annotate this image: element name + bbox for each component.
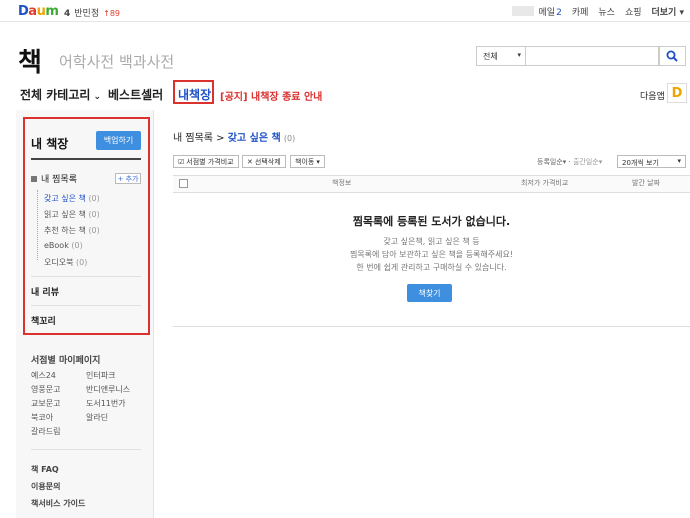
chevron-down-icon: ▾ [316, 157, 320, 166]
chevron-down-icon: ▾ [676, 8, 684, 18]
page-title[interactable]: 책 [18, 42, 42, 79]
notice-link[interactable]: [공지] 내책장 종료 안내 [220, 88, 322, 103]
rank-keyword: 반민정 [74, 9, 100, 19]
divider [173, 326, 690, 327]
store-link[interactable]: 반디앤루니스 [86, 384, 130, 395]
empty-message: 찜목록에 담아 보관하고 싶은 책을 등록해주세요! [349, 250, 514, 259]
close-icon: ✕ [247, 157, 253, 166]
column-publish-date: 발간 날짜 [632, 179, 660, 187]
delete-selected-button[interactable]: ✕ 선택삭제 [242, 155, 286, 168]
gnb-my-books[interactable]: 내책장 [178, 86, 211, 103]
top-link-cafe[interactable]: 카페 [572, 5, 589, 18]
table-header [173, 175, 690, 193]
search-icon [666, 50, 678, 62]
stores-title: 서점별 마이페이지 [31, 356, 101, 366]
store-link[interactable]: 예스24 [31, 370, 56, 381]
mail-count: 2 [556, 8, 562, 18]
tree-guide [37, 190, 38, 260]
guide-link[interactable]: 책서비스 가이드 [31, 498, 85, 509]
top-link-news[interactable]: 뉴스 [598, 5, 615, 18]
search-category-select[interactable]: 전체 ▾ [476, 46, 526, 66]
divider [31, 158, 141, 160]
sort-options: 등록일순▾ · 출간일순▾ [537, 158, 603, 166]
divider [31, 305, 141, 306]
view-count-select[interactable]: 20개씩 보기 ▾ [617, 155, 686, 168]
empty-title: 찜목록에 등록된 도서가 없습니다. [352, 215, 511, 228]
store-link[interactable]: 갈라드림 [31, 426, 60, 437]
sidebar-bookori[interactable]: 책꼬리 [31, 314, 56, 327]
empty-message: 한 번에 쉽게 관리하고 구매하실 수 있습니다. [356, 263, 507, 272]
store-link[interactable]: 인터파크 [86, 370, 115, 381]
chevron-down-icon: ▾ [517, 51, 521, 59]
realtime-rank[interactable]: 4 반민정 ↑89 [64, 6, 120, 19]
sidebar-item-recommend[interactable]: 추천 하는 책 (0) [44, 225, 100, 236]
check-icon: ☑ [178, 157, 185, 166]
store-link[interactable]: 영풍문고 [31, 384, 60, 395]
store-link[interactable]: 알라딘 [86, 412, 108, 423]
collapse-icon [31, 176, 37, 182]
daum-logo[interactable]: Daum [18, 4, 59, 19]
chevron-down-icon: ▾ [562, 158, 567, 166]
gnb-all-categories[interactable]: 전체 카테고리 ⌄ [20, 86, 101, 103]
sidebar-item-ebook[interactable]: eBook (0) [44, 241, 83, 250]
sidebar-item-audiobook[interactable]: 오디오북 (0) [44, 257, 87, 268]
faq-link[interactable]: 책 FAQ [31, 464, 59, 475]
store-link[interactable]: 도서11번가 [86, 398, 126, 409]
top-link-more[interactable]: 더보기 ▾ [652, 5, 685, 18]
rank-change: ↑89 [103, 9, 120, 18]
divider [31, 449, 141, 450]
empty-message: 갖고 싶은책, 읽고 싶은 책 등 [383, 237, 480, 246]
chevron-down-icon: ▾ [598, 158, 603, 166]
sidebar-title: 내 책장 [31, 137, 69, 151]
column-lowest-price: 최저가 가격비교 [521, 179, 569, 187]
breadcrumb: 내 찜목록 > 갖고 싶은 책 (0) [173, 133, 296, 144]
chevron-down-icon: ▾ [677, 157, 681, 165]
store-link[interactable]: 북코아 [31, 412, 53, 423]
sort-published[interactable]: 출간일순▾ [573, 158, 602, 166]
move-book-button[interactable]: 책이동 ▾ [290, 155, 325, 168]
add-wishlist-button[interactable]: + 추가 [115, 173, 141, 184]
price-compare-button[interactable]: ☑ 서점별 가격비교 [173, 155, 239, 168]
daum-app-icon[interactable]: D [667, 83, 687, 103]
daum-app-link[interactable]: 다음앱 [640, 89, 665, 102]
column-book-info: 책정보 [332, 179, 352, 187]
sidebar-item-read[interactable]: 읽고 싶은 책 (0) [44, 209, 100, 220]
top-link-mail[interactable]: 메일2 [539, 5, 562, 18]
user-avatar[interactable] [512, 6, 534, 16]
search-button[interactable] [658, 46, 686, 66]
find-book-button[interactable]: 책찾기 [407, 284, 452, 302]
dictionary-links[interactable]: 어학사전 백과사전 [59, 51, 174, 72]
rank-number: 4 [64, 9, 71, 19]
gnb-bestseller[interactable]: 베스트셀러 [108, 86, 163, 103]
wishlist-header[interactable]: 내 찜목록 [31, 172, 77, 185]
sidebar-my-review[interactable]: 내 리뷰 [31, 285, 59, 298]
divider [31, 276, 141, 277]
select-all-checkbox[interactable] [179, 179, 188, 188]
backup-button[interactable]: 백업하기 [96, 131, 141, 150]
top-nav: 메일2 카페 뉴스 쇼핑 더보기 ▾ [539, 5, 684, 18]
sidebar-item-want[interactable]: 갖고 싶은 책 (0) [44, 193, 100, 204]
top-link-shopping[interactable]: 쇼핑 [625, 5, 642, 18]
store-link[interactable]: 교보문고 [31, 398, 60, 409]
sort-registered[interactable]: 등록일순▾ [537, 158, 566, 166]
chevron-down-icon: ⌄ [90, 92, 102, 102]
search-input[interactable] [526, 46, 660, 66]
inquiry-link[interactable]: 이용문의 [31, 481, 60, 492]
